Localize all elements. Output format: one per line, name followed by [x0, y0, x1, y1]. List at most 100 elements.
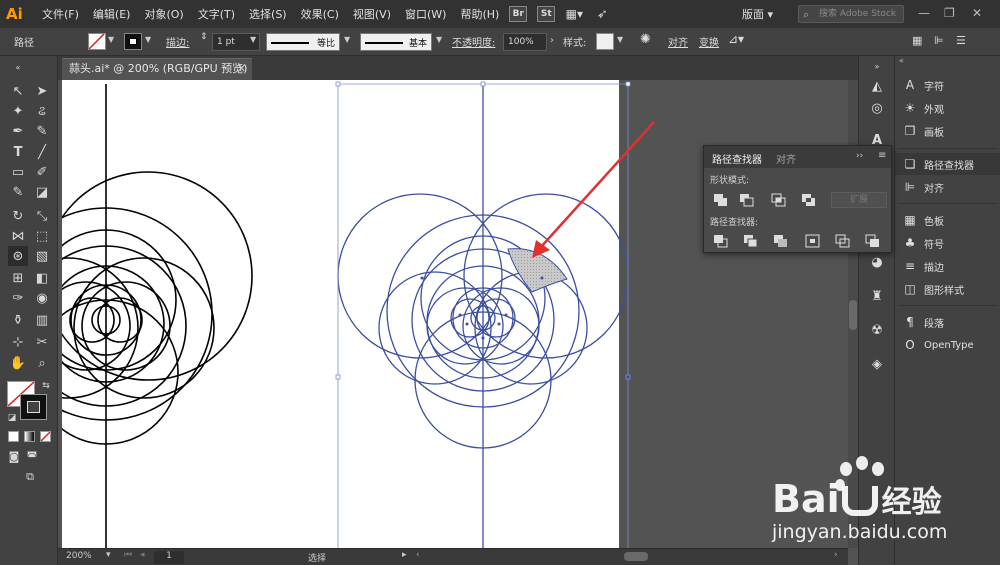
- symbol-sprayer-tool-icon[interactable]: ⚱: [8, 310, 28, 330]
- panel-collapse-icon[interactable]: ››: [856, 151, 863, 161]
- menu-object[interactable]: 对象(O): [144, 6, 183, 22]
- close-tab-icon[interactable]: ✕: [237, 59, 246, 79]
- line-tool-icon[interactable]: ╱: [32, 142, 52, 162]
- opacity-field[interactable]: 100%: [503, 33, 547, 51]
- fill-dropdown-icon[interactable]: ▼: [108, 35, 114, 44]
- menu-help[interactable]: 帮助(H): [460, 6, 499, 22]
- transparency-icon[interactable]: ◎: [867, 98, 887, 118]
- panel-appearance[interactable]: ☀ 外观: [895, 97, 1000, 119]
- profile-dropdown-icon[interactable]: ▼: [344, 35, 350, 44]
- scroll-right-icon[interactable]: ›: [834, 550, 838, 560]
- stroke-label[interactable]: 描边:: [166, 34, 189, 49]
- mesh-tool-icon[interactable]: ⊞: [8, 268, 28, 288]
- column-graph-tool-icon[interactable]: ▥: [32, 310, 52, 330]
- rotate-tool-icon[interactable]: ↻: [8, 206, 28, 226]
- panel-stroke[interactable]: ≡ 描边: [895, 255, 1000, 277]
- fill-swatch[interactable]: [88, 33, 106, 50]
- toolbar-collapse-icon[interactable]: «: [8, 57, 28, 77]
- bridge-button[interactable]: Br: [509, 6, 528, 22]
- slice-tool-icon[interactable]: ✂: [32, 332, 52, 352]
- stock-button[interactable]: St: [537, 6, 556, 22]
- menu-edit[interactable]: 编辑(E): [93, 6, 131, 22]
- panel-pathfinder[interactable]: ❏ 路径查找器: [895, 153, 1000, 175]
- panel-graphic-styles[interactable]: ◫ 图形样式: [895, 278, 1000, 300]
- blend-tool-icon[interactable]: ◉: [32, 288, 52, 308]
- magic-wand-tool-icon[interactable]: ✦: [8, 101, 28, 121]
- shape-builder-tool-icon[interactable]: ⊛: [8, 246, 28, 266]
- close-icon[interactable]: ✕: [972, 6, 982, 20]
- trim-button[interactable]: [742, 233, 760, 249]
- minus-front-button[interactable]: [738, 192, 756, 208]
- graphic-style-swatch[interactable]: [596, 33, 614, 50]
- panel-symbols[interactable]: ♣ 符号: [895, 232, 1000, 254]
- direct-selection-tool-icon[interactable]: ➤: [32, 81, 52, 101]
- pen-tool-icon[interactable]: ✒: [8, 121, 28, 141]
- menu-window[interactable]: 窗口(W): [405, 6, 446, 22]
- color-guide-icon[interactable]: ◭: [867, 76, 887, 96]
- unite-button[interactable]: [712, 192, 730, 208]
- paintbrush-tool-icon[interactable]: ✐: [32, 162, 52, 182]
- style-dropdown-icon[interactable]: ▼: [617, 35, 623, 44]
- panel-artboards[interactable]: ❐ 画板: [895, 120, 1000, 142]
- stroke-color-indicator[interactable]: [20, 394, 47, 420]
- gpu-performance-icon[interactable]: ➶: [593, 6, 611, 22]
- distribute-icon[interactable]: ⊫: [934, 34, 944, 47]
- draw-behind-icon[interactable]: ◚: [22, 446, 42, 466]
- width-tool-icon[interactable]: ⋈: [8, 226, 28, 246]
- menu-effect[interactable]: 效果(C): [301, 6, 339, 22]
- recolor-artwork-icon[interactable]: ✺: [640, 32, 651, 47]
- pathfinder-panel-header[interactable]: 路径查找器 对齐 ›› ≡: [704, 146, 891, 168]
- minimize-icon[interactable]: —: [918, 6, 930, 20]
- status-menu-icon[interactable]: ▸: [402, 550, 407, 560]
- color-icon[interactable]: ◕: [867, 252, 887, 272]
- gradient-mode-icon[interactable]: [24, 431, 35, 442]
- color-mode-icon[interactable]: [8, 431, 19, 442]
- curvature-tool-icon[interactable]: ✎: [32, 121, 52, 141]
- panel-character[interactable]: A 字符: [895, 74, 1000, 96]
- transform-link[interactable]: 变换: [699, 34, 719, 49]
- panel-swatches[interactable]: ▦ 色板: [895, 209, 1000, 231]
- menu-view[interactable]: 视图(V): [353, 6, 391, 22]
- menu-select[interactable]: 选择(S): [249, 6, 287, 22]
- artboard-tool-icon[interactable]: ⊹: [8, 332, 28, 352]
- zoom-dropdown-icon[interactable]: ▾: [106, 550, 111, 560]
- crop-button[interactable]: [804, 233, 822, 249]
- workspace-switcher[interactable]: 版面 ▾: [742, 6, 773, 22]
- exclude-button[interactable]: [800, 192, 818, 208]
- free-transform-tool-icon[interactable]: ⬚: [32, 226, 52, 246]
- draw-normal-icon[interactable]: ◙: [4, 446, 24, 466]
- tab-align[interactable]: 对齐: [776, 151, 796, 166]
- dock-expand-icon[interactable]: »: [867, 56, 887, 76]
- minus-back-button[interactable]: [864, 233, 882, 249]
- outline-button[interactable]: [834, 233, 852, 249]
- prev-artboard-icon[interactable]: ◂: [140, 550, 145, 560]
- arrange-icon[interactable]: ▦: [912, 34, 922, 47]
- default-fill-stroke-icon[interactable]: ◪: [2, 408, 22, 428]
- selection-tool-icon[interactable]: ↖: [8, 81, 28, 101]
- panel-paragraph[interactable]: ¶ 段落: [895, 311, 1000, 333]
- divide-button[interactable]: [712, 233, 730, 249]
- none-mode-icon[interactable]: [40, 431, 51, 442]
- app-logo[interactable]: Ai: [6, 3, 30, 25]
- menu-file[interactable]: 文件(F): [42, 6, 79, 22]
- stroke-weight-dropdown-icon[interactable]: ▼: [250, 35, 256, 44]
- perspective-grid-tool-icon[interactable]: ▧: [32, 246, 52, 266]
- status-mode-label[interactable]: 选择: [308, 551, 326, 564]
- hand-tool-icon[interactable]: ✋: [8, 353, 28, 373]
- zoom-level[interactable]: 200%: [66, 551, 92, 561]
- maximize-icon[interactable]: ❐: [944, 6, 955, 20]
- panel-align[interactable]: ⊫ 对齐: [895, 176, 1000, 198]
- panel-options-icon[interactable]: ☰: [956, 34, 966, 47]
- scale-tool-icon[interactable]: ⤡: [32, 206, 52, 226]
- tab-pathfinder[interactable]: 路径查找器: [712, 151, 762, 166]
- gradient-tool-icon[interactable]: ◧: [32, 268, 52, 288]
- horizontal-scroll-thumb[interactable]: [624, 552, 648, 561]
- stock-search-input[interactable]: ⌕ 搜索 Adobe Stock: [798, 5, 904, 23]
- rectangle-tool-icon[interactable]: ▭: [8, 162, 28, 182]
- opacity-label[interactable]: 不透明度:: [452, 34, 495, 49]
- brush-definition[interactable]: 基本: [360, 33, 432, 51]
- zoom-tool-icon[interactable]: ⌕: [32, 353, 52, 373]
- artboard-number[interactable]: 1: [154, 551, 184, 564]
- isolate-icon[interactable]: ⊿▾: [728, 32, 744, 46]
- merge-button[interactable]: [772, 233, 790, 249]
